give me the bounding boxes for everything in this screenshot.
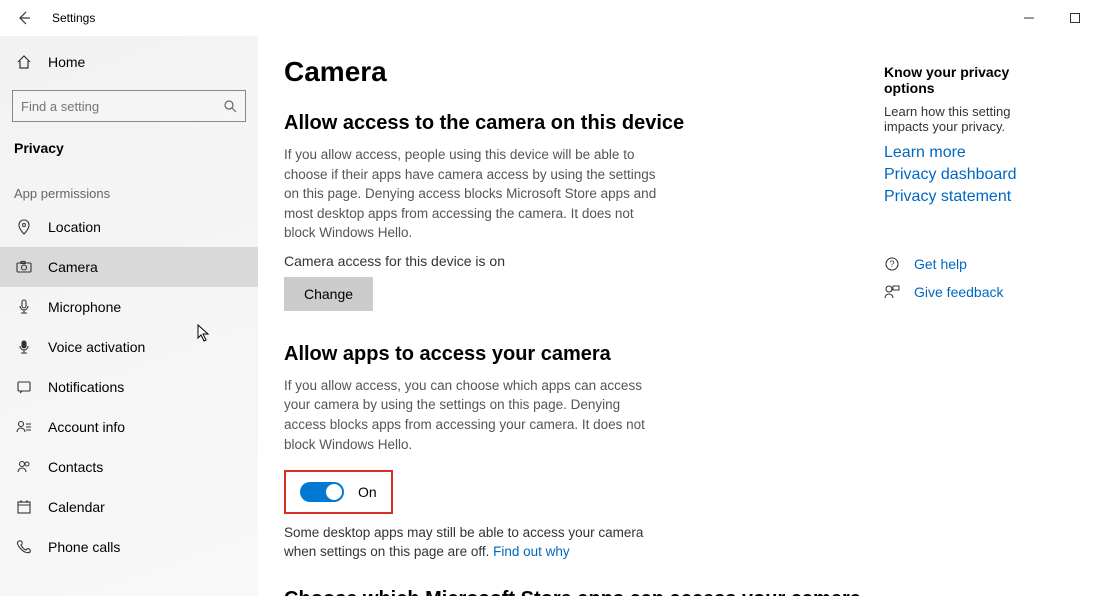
contacts-icon [16,459,32,475]
sidebar-item-label: Account info [48,419,125,435]
right-heading: Know your privacy options [884,64,1058,96]
sidebar-item-label: Calendar [48,499,105,515]
calendar-icon [16,499,32,515]
sidebar-item-label: Contacts [48,459,103,475]
sidebar-item-calendar[interactable]: Calendar [0,487,258,527]
allow-apps-toggle-highlight: On [284,470,393,514]
search-input[interactable] [21,99,223,114]
phone-icon [16,539,32,555]
sidebar-item-label: Camera [48,259,98,275]
sidebar-item-location[interactable]: Location [0,207,258,247]
feedback-icon [884,284,900,300]
minimize-icon [1023,12,1035,24]
sidebar-item-account-info[interactable]: Account info [0,407,258,447]
feedback-row[interactable]: Give feedback [884,284,1058,300]
toggle-state-label: On [358,484,377,500]
sidebar-item-voice-activation[interactable]: Voice activation [0,327,258,367]
microphone-icon [16,299,32,315]
sidebar-item-label: Voice activation [48,339,145,355]
minimize-button[interactable] [1006,0,1052,36]
account-icon [16,419,32,435]
notifications-icon [16,379,32,395]
sidebar: Home Privacy App permissions Location Ca… [0,36,258,596]
find-out-why-link[interactable]: Find out why [493,544,570,559]
back-button[interactable] [12,6,36,30]
sidebar-group: App permissions [0,162,258,207]
note-prefix: Some desktop apps may still be able to a… [284,525,643,559]
sidebar-section: Privacy [0,130,258,162]
arrow-left-icon [16,10,32,26]
page-title: Camera [284,56,864,88]
sidebar-item-notifications[interactable]: Notifications [0,367,258,407]
window-title: Settings [52,11,95,25]
main-content: Camera Allow access to the camera on thi… [284,56,864,596]
sidebar-home[interactable]: Home [0,42,258,82]
camera-icon [16,259,32,275]
privacy-statement-link[interactable]: Privacy statement [884,188,1058,206]
help-icon: ? [884,256,900,272]
svg-text:?: ? [889,259,894,269]
give-feedback-link[interactable]: Give feedback [914,284,1004,300]
maximize-icon [1069,12,1081,24]
allow-apps-toggle[interactable] [300,482,344,502]
section-title: Choose which Microsoft Store apps can ac… [284,588,864,596]
search-box[interactable] [12,90,246,122]
voice-icon [16,339,32,355]
sidebar-item-camera[interactable]: Camera [0,247,258,287]
home-icon [16,54,32,70]
section-desc: If you allow access, people using this d… [284,145,664,243]
change-button[interactable]: Change [284,277,373,311]
sidebar-item-label: Notifications [48,379,124,395]
access-status: Camera access for this device is on [284,253,864,269]
right-desc: Learn how this setting impacts your priv… [884,104,1058,134]
right-panel: Know your privacy options Learn how this… [864,56,1058,596]
sidebar-item-label: Microphone [48,299,121,315]
get-help-row[interactable]: ? Get help [884,256,1058,272]
section-title: Allow apps to access your camera [284,343,864,366]
sidebar-item-label: Phone calls [48,539,120,555]
learn-more-link[interactable]: Learn more [884,144,1058,162]
sidebar-item-contacts[interactable]: Contacts [0,447,258,487]
note-text: Some desktop apps may still be able to a… [284,524,664,562]
maximize-button[interactable] [1052,0,1098,36]
sidebar-home-label: Home [48,54,85,70]
sidebar-item-label: Location [48,219,101,235]
section-desc: If you allow access, you can choose whic… [284,376,664,454]
privacy-dashboard-link[interactable]: Privacy dashboard [884,166,1058,184]
get-help-link[interactable]: Get help [914,256,967,272]
titlebar: Settings [0,0,1098,36]
sidebar-item-phone-calls[interactable]: Phone calls [0,527,258,567]
section-title: Allow access to the camera on this devic… [284,112,864,135]
location-icon [16,219,32,235]
search-icon [223,99,237,113]
sidebar-item-microphone[interactable]: Microphone [0,287,258,327]
